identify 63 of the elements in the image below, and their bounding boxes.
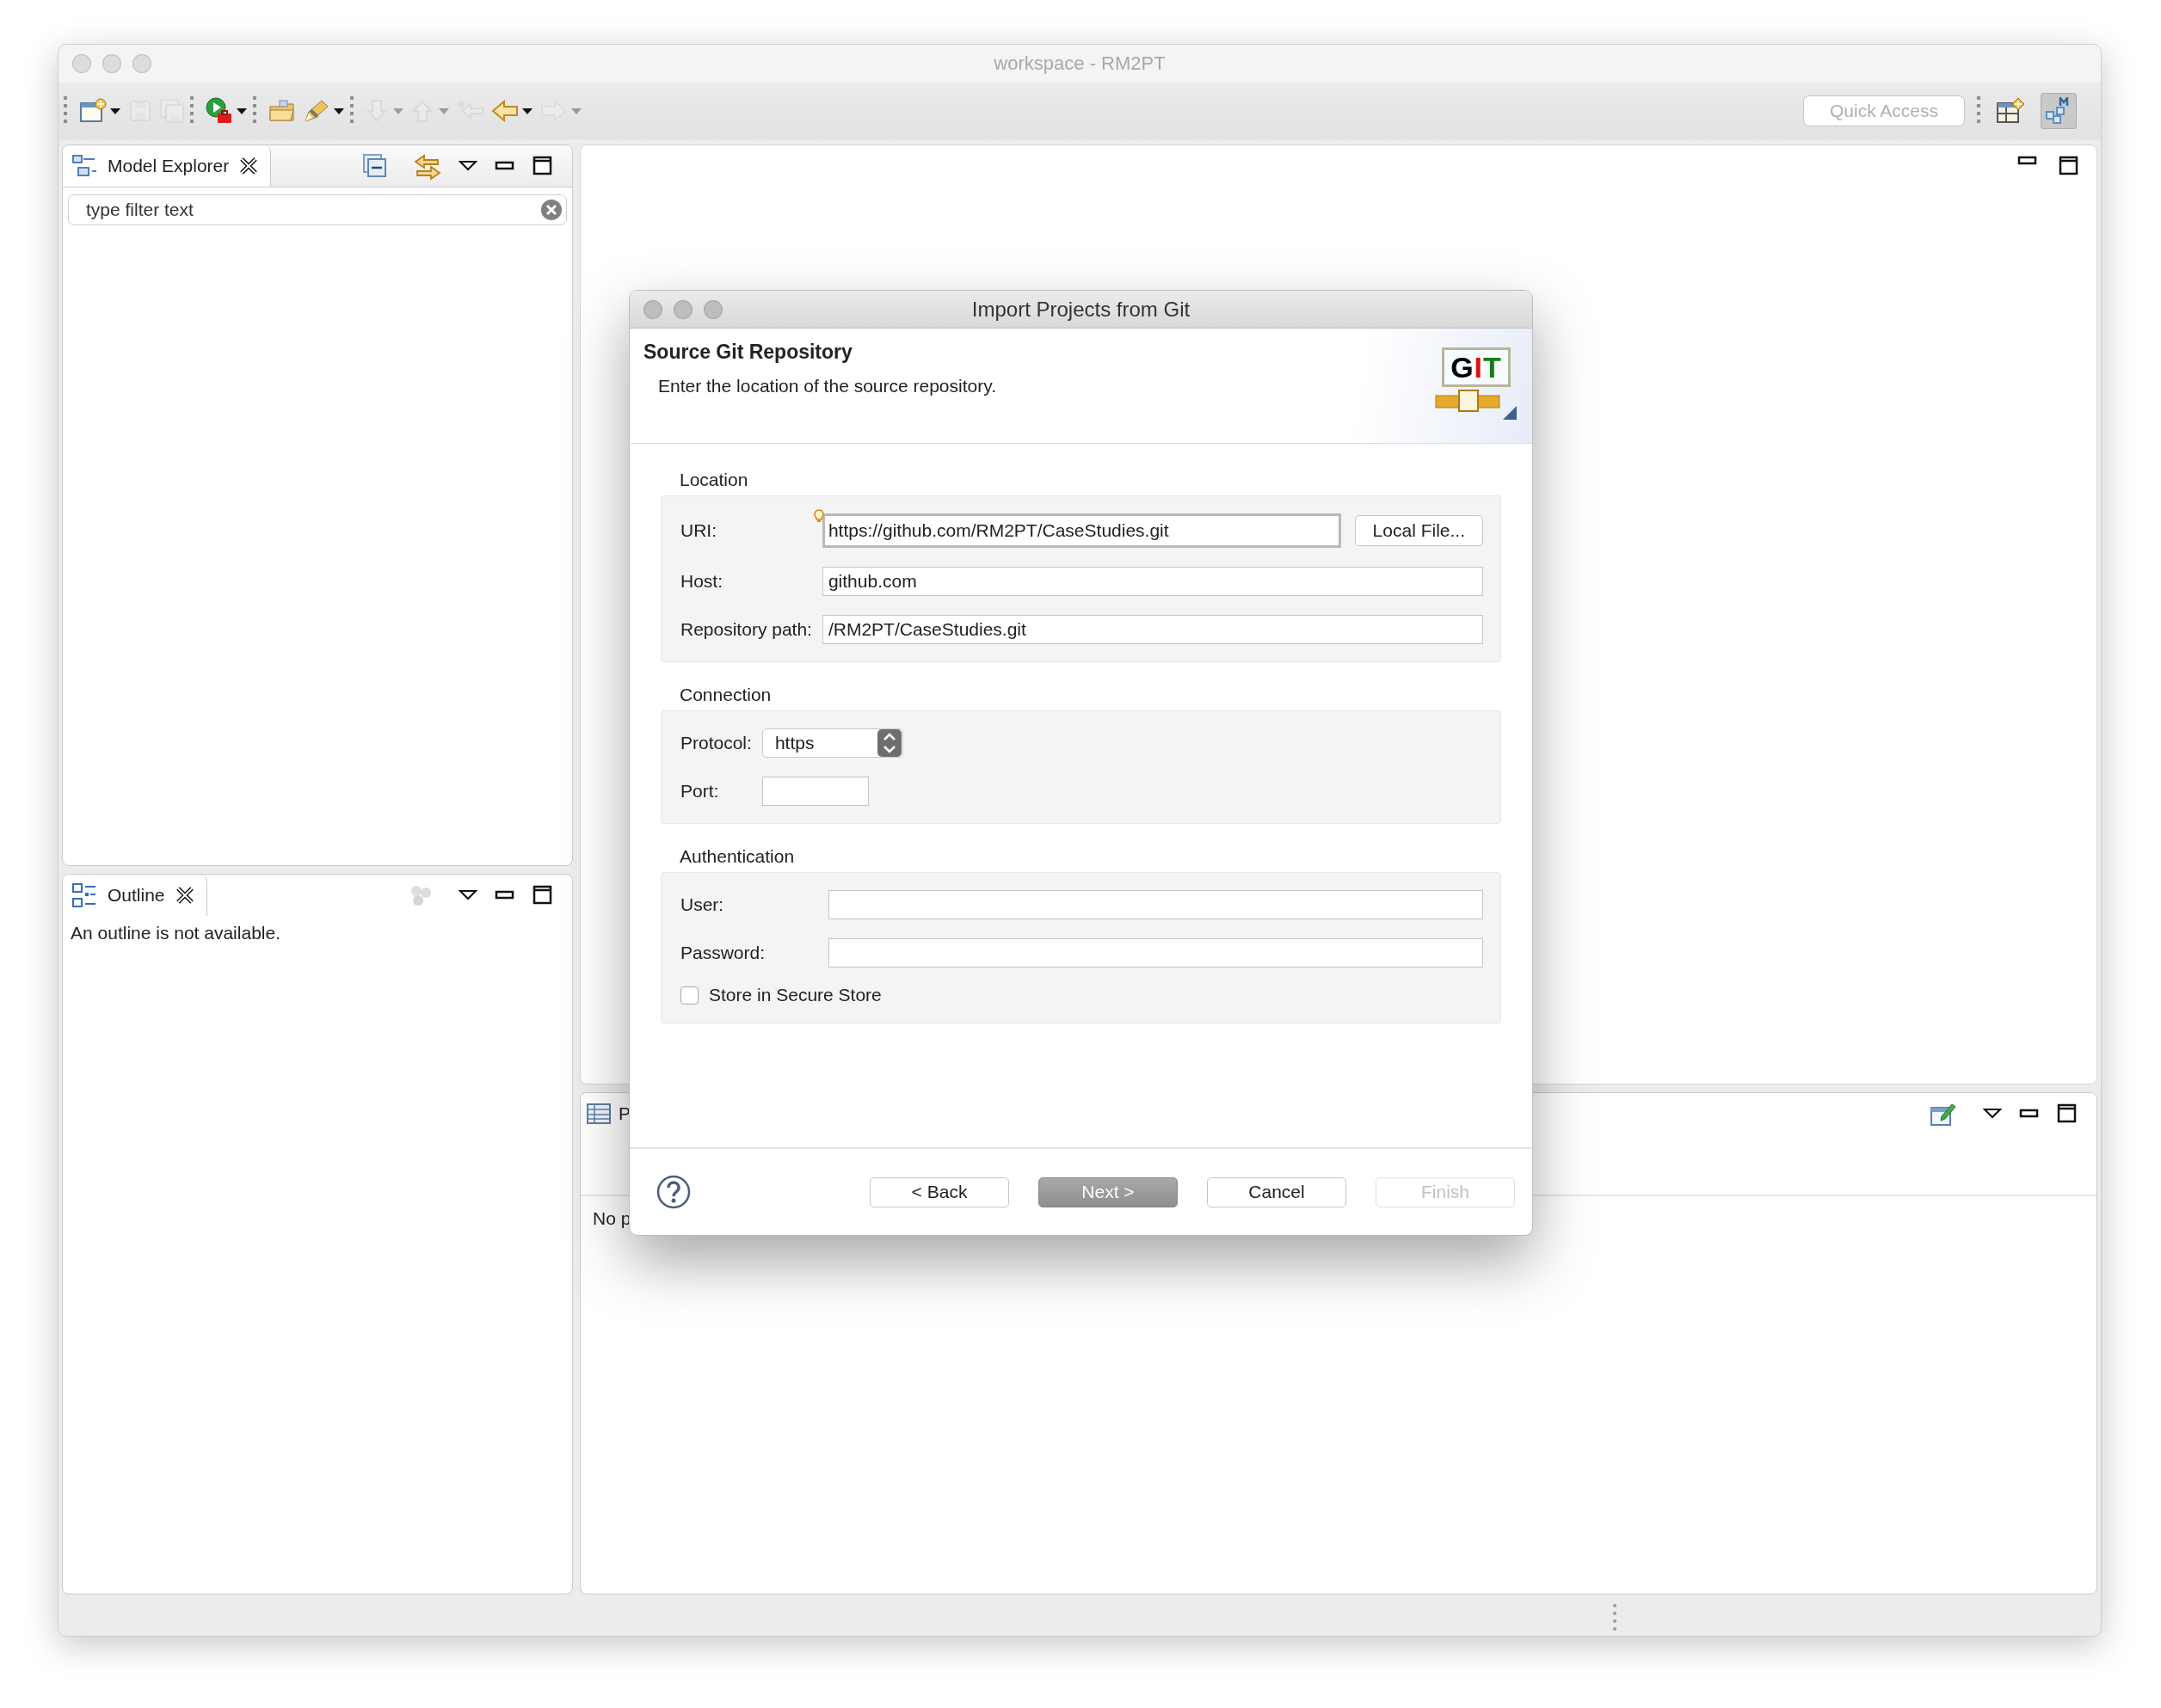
close-icon[interactable]: [239, 157, 259, 175]
view-menu-icon[interactable]: [459, 889, 477, 901]
page-heading: Source Git Repository: [643, 341, 853, 364]
protocol-dropdown[interactable]: https: [761, 728, 903, 758]
checkbox-label: Store in Secure Store: [709, 985, 882, 1005]
view-menu-icon[interactable]: [459, 160, 477, 172]
maximize-icon[interactable]: [533, 885, 553, 906]
input-field[interactable]: github.com: [822, 567, 1483, 596]
dialog-button[interactable]: < Back: [870, 1177, 1009, 1207]
clear-icon[interactable]: [540, 199, 563, 221]
caret-icon[interactable]: [109, 107, 121, 115]
play-icon[interactable]: [206, 97, 233, 125]
dialog-button[interactable]: Cancel: [1207, 1177, 1346, 1207]
lightbulb-icon: [813, 509, 824, 523]
maximize-icon[interactable]: [2057, 1103, 2078, 1124]
field-label: Repository path:: [680, 619, 812, 640]
field-label: Protocol:: [680, 733, 752, 753]
password-field[interactable]: [828, 938, 1483, 968]
checkbox[interactable]: [680, 986, 699, 1005]
section-title: Location: [679, 470, 749, 490]
tree-icon: [71, 154, 97, 178]
window-title: workspace - RM2PT: [994, 52, 1166, 74]
field-label: User:: [680, 894, 725, 915]
link-arrows-icon[interactable]: [414, 152, 441, 180]
field-label: Password:: [680, 943, 767, 963]
caret-icon[interactable]: [236, 107, 248, 115]
window-plus-icon[interactable]: [79, 98, 107, 124]
maximize-icon[interactable]: [2059, 156, 2079, 176]
folder-icon[interactable]: [268, 98, 296, 124]
dialog-title: Import Projects from Git: [971, 297, 1191, 321]
input-field[interactable]: [761, 777, 869, 806]
help-icon[interactable]: [656, 1174, 692, 1210]
pen-icon[interactable]: [303, 98, 330, 124]
input-field[interactable]: https://github.com/RM2PT/CaseStudies.git: [822, 513, 1341, 548]
outline-icon: [71, 882, 97, 908]
page-description: Enter the location of the source repository.: [657, 376, 996, 396]
table-icon: [586, 1102, 612, 1126]
input-field[interactable]: [828, 890, 1483, 919]
field-label: URI:: [680, 520, 717, 541]
maximize-icon[interactable]: [533, 156, 553, 176]
close-icon[interactable]: [175, 886, 194, 905]
grip-icon[interactable]: [1612, 1602, 1617, 1631]
section-title: Connection: [679, 685, 773, 705]
input-field[interactable]: /RM2PT/CaseStudies.git: [822, 615, 1483, 644]
section-title: Authentication: [679, 846, 796, 867]
minimize-icon[interactable]: [495, 161, 515, 171]
field-label: Port:: [680, 781, 720, 802]
filter-field[interactable]: type filter text: [68, 194, 567, 225]
perspective-button[interactable]: [2041, 93, 2077, 129]
view-menu-icon[interactable]: [1983, 1108, 2002, 1120]
field-label: Host:: [680, 571, 723, 592]
minimize-icon[interactable]: [495, 890, 515, 900]
empty-message: An outline is not available.: [70, 922, 281, 944]
minimize-icon[interactable]: [2019, 1109, 2040, 1119]
caret-icon[interactable]: [333, 107, 345, 115]
table-plus-icon: [1996, 97, 2025, 125]
view-tab[interactable]: Model Explorer: [63, 145, 272, 187]
stepper-icon: [876, 728, 902, 758]
local-file-button[interactable]: Local File...: [1354, 515, 1483, 546]
git-logo: GIT: [1434, 347, 1518, 423]
minimize-icon[interactable]: [2017, 156, 2038, 166]
caret-icon[interactable]: [521, 107, 533, 115]
collapse-all-icon[interactable]: [362, 153, 388, 179]
